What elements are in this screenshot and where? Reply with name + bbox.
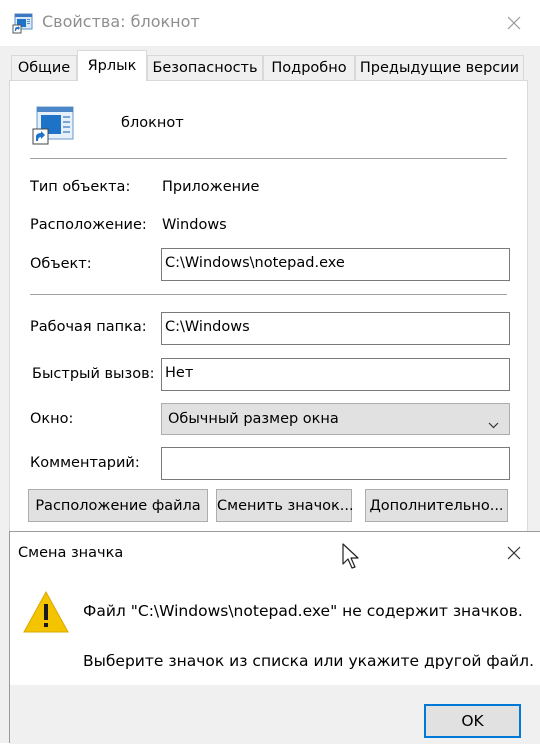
ok-button[interactable]: OK: [424, 704, 521, 738]
run-select-value: Обычный размер окна: [168, 411, 339, 427]
target-label: Объект:: [30, 256, 92, 272]
dialog-message-line2: Выберите значок из списка или укажите др…: [83, 652, 535, 670]
hotkey-label: Быстрый вызов:: [32, 366, 155, 382]
target-field[interactable]: C:\Windows\notepad.exe: [161, 248, 510, 281]
target-type-value: Приложение: [162, 179, 260, 195]
divider: [30, 158, 507, 159]
close-icon: [507, 16, 521, 30]
dialog-title-bar: Смена значка: [10, 532, 540, 573]
mouse-cursor-icon: [341, 542, 361, 570]
change-icon-dialog: Смена значка Файл "C:\Windows\notepad.ex…: [9, 531, 540, 744]
run-select[interactable]: Обычный размер окна: [161, 403, 510, 435]
location-value: Windows: [162, 217, 227, 233]
open-file-location-button[interactable]: Расположение файла: [28, 489, 208, 522]
tab-details[interactable]: Подробно: [263, 55, 355, 81]
warning-icon: [22, 590, 70, 634]
advanced-button[interactable]: Дополнительно...: [365, 489, 508, 522]
comment-label: Комментарий:: [30, 455, 140, 471]
dialog-message-line1: Файл "C:\Windows\notepad.exe" не содержи…: [83, 602, 523, 620]
notepad-shortcut-icon: [12, 12, 34, 34]
change-icon-button[interactable]: Сменить значок...: [216, 489, 354, 522]
dialog-title: Смена значка: [18, 545, 124, 561]
shortcut-app-icon: [30, 104, 74, 146]
location-label: Расположение:: [30, 217, 147, 233]
run-label: Окно:: [30, 411, 74, 427]
start-in-label: Рабочая папка:: [30, 319, 147, 335]
hotkey-field[interactable]: Нет: [161, 358, 510, 391]
close-button[interactable]: [494, 6, 534, 40]
tab-general[interactable]: Общие: [11, 55, 77, 81]
title-bar: Свойства: блокнот: [0, 0, 540, 46]
divider: [30, 294, 507, 295]
tab-security[interactable]: Безопасность: [147, 55, 263, 81]
chevron-down-icon: [488, 415, 499, 435]
target-type-label: Тип объекта:: [30, 179, 131, 195]
dialog-close-button[interactable]: [494, 536, 534, 570]
comment-field[interactable]: [161, 447, 510, 480]
close-icon: [507, 546, 521, 560]
window-title: Свойства: блокнот: [42, 12, 200, 31]
start-in-field[interactable]: C:\Windows: [161, 312, 510, 345]
tab-previous-versions[interactable]: Предыдущие версии: [355, 55, 524, 81]
shortcut-name: блокнот: [121, 115, 184, 131]
tab-shortcut[interactable]: Ярлык: [77, 50, 147, 81]
dialog-body: Файл "C:\Windows\notepad.exe" не содержи…: [10, 573, 540, 685]
dialog-footer: OK: [10, 685, 540, 744]
